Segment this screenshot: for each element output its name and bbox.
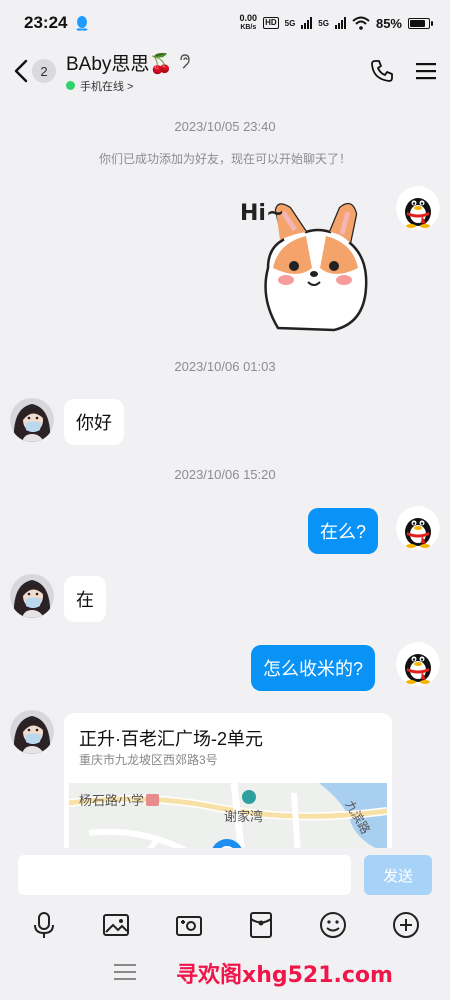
ear-icon[interactable] [179,54,191,70]
status-time: 23:24 [24,13,68,32]
microphone-icon [34,912,55,938]
signal-icon [301,17,313,29]
input-toolbar [0,902,450,948]
message-bubble-incoming[interactable]: 在 [64,576,106,622]
girl-avatar-icon [10,710,54,754]
timestamp: 2023/10/06 01:03 [174,359,276,374]
send-button[interactable]: 发送 [364,855,432,895]
nav-menu-icon[interactable] [114,964,136,985]
location-map[interactable]: 杨石路小学 谢家湾 九滨路 [69,783,387,848]
sticker-hi[interactable]: Hi~ [238,188,378,338]
photo-button[interactable] [98,907,134,943]
signal-icon-2 [334,17,346,29]
plus-circle-icon [392,912,419,938]
message-bubble-outgoing[interactable]: 怎么收米的? [251,645,376,691]
sig2-label: 5G [318,18,329,28]
input-bar: 发送 [0,848,450,902]
my-avatar[interactable] [396,186,440,230]
net-speed-unit: KB/s [240,24,257,31]
corgi-sticker-icon: Hi~ [240,201,368,332]
red-packet-button[interactable] [243,907,279,943]
qq-penguin-icon [396,186,440,230]
system-message: 你们已成功添加为好友，现在可以开始聊天了！ [98,152,351,166]
map-label-school: 杨石路小学 [79,793,144,809]
map-label-xiejiawan: 谢家湾 [224,809,263,825]
message-bubble-outgoing[interactable]: 在么? [308,508,379,554]
chevron-left-icon [14,59,28,83]
system-nav-bar: 寻欢阁xhg521.com [0,948,450,1000]
hd-badge: HD [263,17,279,29]
online-status-text: 手机在线 > [80,80,134,93]
contact-name: BAby思思🍒 [66,53,174,75]
qq-notification-icon [76,16,88,31]
timestamp: 2023/10/06 15:20 [174,467,276,482]
more-button[interactable] [388,907,424,943]
phone-call-icon[interactable] [370,59,394,83]
battery-percent: 85% [375,15,402,31]
location-title: 正升·百老汇广场-2单元 [79,729,263,749]
message-input[interactable] [18,855,351,895]
qq-penguin-icon [396,642,440,686]
watermark: 寻欢阁xhg521.com [176,963,393,988]
timestamp: 2023/10/05 23:40 [174,119,276,134]
camera-icon [175,916,202,936]
contact-avatar[interactable] [10,710,54,754]
contact-avatar[interactable] [10,574,54,618]
unread-count-badge: 2 [32,59,56,83]
location-address: 重庆市九龙坡区西郊路3号 [79,753,218,767]
my-avatar[interactable] [396,506,440,550]
girl-avatar-icon [10,574,54,618]
online-status[interactable]: 手机在线 > [66,78,191,94]
camera-button[interactable] [171,907,207,943]
message-bubble-incoming[interactable]: 你好 [64,399,124,445]
girl-avatar-icon [10,398,54,442]
emoji-icon [320,912,347,938]
qq-penguin-icon [396,506,440,550]
my-avatar[interactable] [396,642,440,686]
chat-header: 2 BAby思思🍒 手机在线 > [0,46,450,96]
location-card[interactable]: 正升·百老汇广场-2单元 重庆市九龙坡区西郊路3号 杨石路小学 谢家湾 九滨路 [64,713,392,848]
net-speed-value: 0.00 [239,13,258,23]
battery-icon [408,17,433,29]
image-icon [103,914,130,936]
status-bar: 23:24 0.00 KB/s HD 5G 5G 85% [0,0,450,46]
contact-title-block[interactable]: BAby思思🍒 手机在线 > [66,49,191,94]
emoji-button[interactable] [315,907,351,943]
menu-icon[interactable] [416,62,436,80]
contact-avatar[interactable] [10,398,54,442]
net-speed: 0.00 KB/s [240,14,258,32]
red-packet-icon [250,912,273,938]
voice-button[interactable] [26,907,62,943]
sticker-text: Hi~ [240,201,284,226]
online-dot-icon [66,81,75,90]
back-button[interactable]: 2 [14,59,56,83]
wifi-icon [352,16,370,30]
chat-area[interactable]: 2023/10/05 23:40 你们已成功添加为好友，现在可以开始聊天了！ H… [0,96,450,848]
sig1-label: 5G [284,18,296,28]
